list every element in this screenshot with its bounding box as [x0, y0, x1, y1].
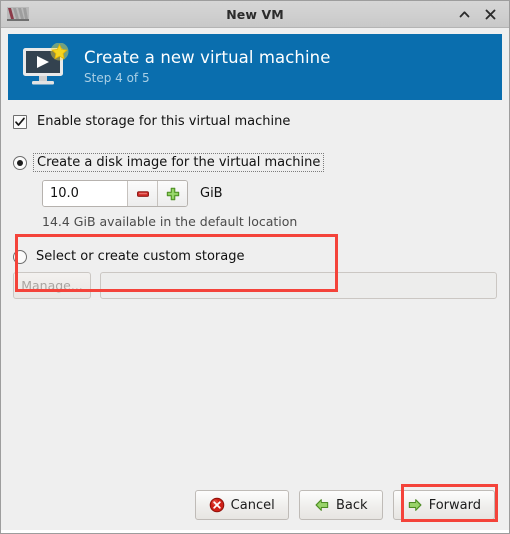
back-button-label: Back — [335, 497, 368, 513]
storage-available-hint: 14.4 GiB available in the default locati… — [42, 214, 298, 229]
minus-icon — [136, 190, 149, 197]
plus-icon — [166, 187, 179, 200]
checkmark-icon — [15, 117, 25, 126]
new-vm-dialog-window: New VM Create a new virtual machine Step… — [0, 0, 510, 534]
banner-container: Create a new virtual machine Step 4 of 5 — [1, 28, 509, 100]
enable-storage-row[interactable]: Enable storage for this virtual machine — [13, 114, 497, 129]
disk-image-radio[interactable] — [13, 155, 27, 170]
forward-button-label: Forward — [428, 497, 481, 513]
custom-storage-radio[interactable] — [13, 249, 27, 264]
disk-size-decrement-button[interactable] — [127, 181, 157, 206]
disk-image-label: Create a disk image for the virtual mach… — [33, 153, 325, 172]
custom-storage-label: Select or create custom storage — [36, 249, 245, 264]
custom-storage-path-input[interactable] — [100, 272, 497, 299]
window-title: New VM — [226, 6, 284, 22]
window-controls — [457, 7, 509, 21]
virt-manager-icon — [7, 7, 29, 21]
wizard-banner: Create a new virtual machine Step 4 of 5 — [8, 34, 502, 100]
custom-storage-radio-row[interactable]: Select or create custom storage — [13, 249, 497, 264]
enable-storage-label: Enable storage for this virtual machine — [37, 114, 291, 129]
disk-size-row: GiB — [42, 180, 497, 207]
disk-image-section: Create a disk image for the virtual mach… — [13, 153, 497, 229]
enable-storage-checkbox[interactable] — [13, 114, 27, 129]
forward-button[interactable]: Forward — [392, 490, 495, 520]
disk-size-unit-label: GiB — [200, 186, 223, 201]
banner-text-group: Create a new virtual machine Step 4 of 5 — [84, 48, 330, 87]
disk-size-spinner[interactable] — [42, 180, 188, 207]
close-icon — [485, 9, 495, 19]
banner-step-label: Step 4 of 5 — [84, 70, 150, 85]
dialog-footer: Cancel Back Forward — [1, 477, 509, 533]
arrow-left-icon — [315, 499, 329, 511]
maximize-button[interactable] — [457, 7, 471, 21]
cancel-circle-icon — [209, 497, 224, 513]
custom-storage-section: Select or create custom storage Manage..… — [13, 249, 497, 299]
custom-storage-controls: Manage... — [13, 272, 497, 299]
dialog-content: Enable storage for this virtual machine … — [1, 100, 509, 477]
new-vm-monitor-star-icon — [23, 43, 69, 85]
window-titlebar: New VM — [1, 1, 509, 28]
disk-image-radio-row[interactable]: Create a disk image for the virtual mach… — [13, 153, 497, 172]
window-bottom-edge — [1, 530, 509, 533]
disk-size-input[interactable] — [43, 181, 127, 206]
disk-size-increment-button[interactable] — [157, 181, 187, 206]
banner-title: Create a new virtual machine — [84, 47, 331, 67]
arrow-right-icon — [408, 499, 422, 511]
chevron-up-icon — [459, 10, 469, 17]
cancel-button-label: Cancel — [230, 497, 275, 513]
manage-button[interactable]: Manage... — [13, 272, 91, 299]
back-button[interactable]: Back — [298, 490, 383, 520]
cancel-button[interactable]: Cancel — [194, 490, 289, 520]
close-button[interactable] — [483, 7, 497, 21]
